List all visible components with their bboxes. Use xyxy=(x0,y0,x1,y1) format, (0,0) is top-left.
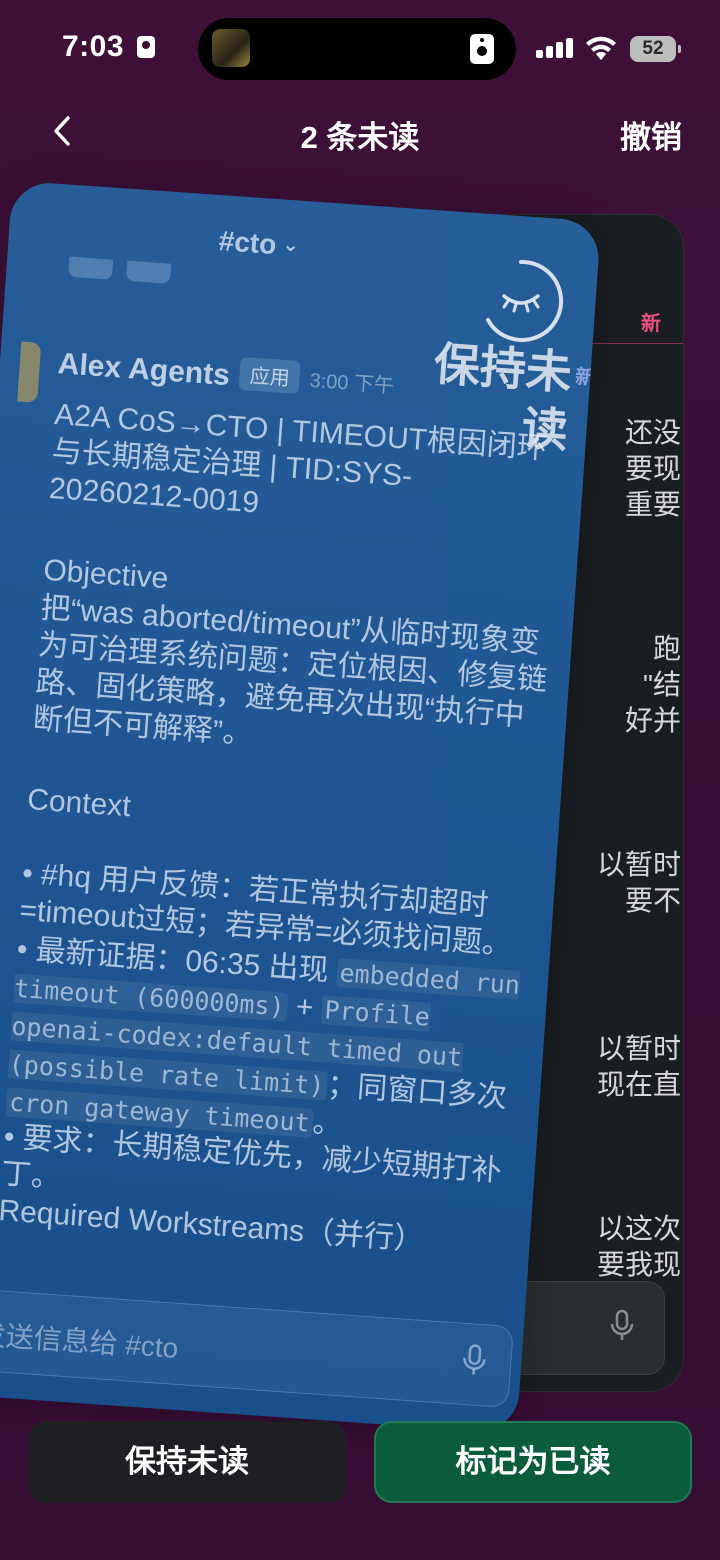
status-bar: 7:03 52 xyxy=(0,0,720,100)
message-time: 3:00 下午 xyxy=(308,369,395,398)
dynamic-island[interactable] xyxy=(198,18,516,80)
message-fragment: 以暂时 现在直 xyxy=(596,1033,681,1100)
reaction-chip xyxy=(68,256,114,280)
wifi-icon xyxy=(586,36,616,60)
swipe-action-label: 保持未读 xyxy=(432,337,574,457)
message-fragment: 以这次 要我现 xyxy=(596,1213,681,1280)
message-sender: Alex Agents 应用 3:00 下午 xyxy=(56,347,395,398)
microphone-icon[interactable] xyxy=(460,1343,488,1379)
speaker-icon xyxy=(470,34,494,64)
mark-as-read-button[interactable]: 标记为已读 xyxy=(374,1421,692,1503)
channel-name: #cto ⌄ xyxy=(217,225,300,261)
keep-unread-button[interactable]: 保持未读 xyxy=(28,1421,346,1503)
reaction-chip xyxy=(125,260,172,284)
new-badge: 新 xyxy=(641,313,661,335)
closed-eye-icon xyxy=(486,259,564,342)
context-bullet: • 最新证据：06:35 出现 embedded run timeout (60… xyxy=(5,931,527,1156)
undo-button[interactable]: 撤销 xyxy=(620,112,682,157)
avatar[interactable] xyxy=(17,341,42,403)
chevron-down-icon: ⌄ xyxy=(281,233,300,257)
microphone-icon[interactable] xyxy=(609,1309,635,1343)
message-fragment: 以暂时 要不 xyxy=(596,849,681,916)
album-art-icon xyxy=(212,29,250,67)
context-heading: Context xyxy=(26,783,132,824)
battery-icon: 52 xyxy=(630,36,681,62)
status-time: 7:03 xyxy=(62,30,155,64)
app-badge: 应用 xyxy=(238,356,301,395)
unread-count-title: 2 条未读 xyxy=(300,120,420,155)
id-badge-icon xyxy=(136,36,155,58)
cellular-signal-icon xyxy=(536,38,576,58)
